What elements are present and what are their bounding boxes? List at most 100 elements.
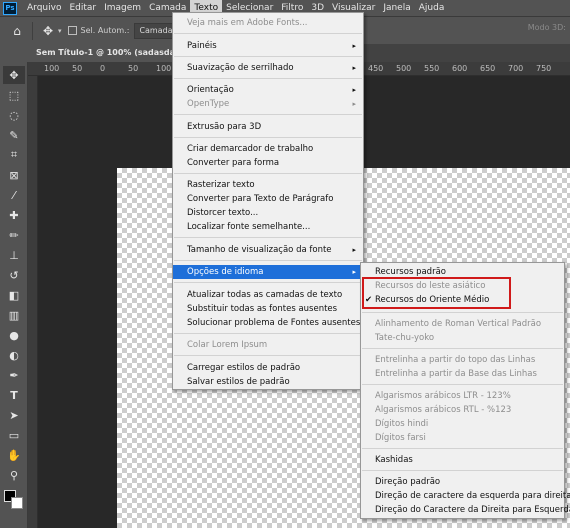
menu-separator: [174, 355, 362, 356]
mode-3d-label: Modo 3D:: [527, 23, 566, 32]
ruler-tick: 0: [100, 64, 106, 73]
home-icon[interactable]: ⌂: [7, 21, 27, 41]
rectangle-tool-icon[interactable]: ▭: [3, 426, 25, 444]
healing-brush-tool-icon[interactable]: ✚: [3, 206, 25, 224]
submenu-arrow-icon: ▸: [352, 268, 356, 276]
menu-arquivo[interactable]: Arquivo: [23, 0, 65, 16]
menu-item-extrusao-3d[interactable]: Extrusão para 3D: [173, 120, 363, 134]
menu-separator: [174, 237, 362, 238]
path-selection-tool-icon[interactable]: ➤: [3, 406, 25, 424]
submenu-item-kashidas[interactable]: Kashidas: [361, 453, 564, 467]
menu-item-atualizar-camadas[interactable]: Atualizar todas as camadas de texto: [173, 288, 363, 302]
move-dropdown-icon[interactable]: ▾: [58, 27, 62, 35]
menu-item-paineis[interactable]: Painéis ▸: [173, 39, 363, 53]
menu-ajuda[interactable]: Ajuda: [415, 0, 449, 16]
menu-item-distorcer[interactable]: Distorcer texto...: [173, 206, 363, 220]
auto-select-checkbox[interactable]: [67, 26, 77, 35]
submenu-item-direcao-ltr[interactable]: Direção de caractere da esquerda para di…: [361, 489, 570, 503]
menu-separator: [174, 333, 362, 334]
marquee-tool-icon[interactable]: ⬚: [3, 86, 25, 104]
ruler-tick: 450: [368, 64, 384, 73]
ruler-tick: 100: [44, 64, 60, 73]
frame-tool-icon[interactable]: ⊠: [3, 166, 25, 184]
menu-separator: [174, 173, 362, 174]
clone-stamp-tool-icon[interactable]: ⊥: [3, 246, 25, 264]
submenu-item-digitos-hindi: Dígitos hindi: [375, 419, 429, 429]
ruler-tick: 600: [452, 64, 468, 73]
background-color-swatch[interactable]: [11, 497, 23, 509]
ruler-tick: 750: [536, 64, 552, 73]
menu-item-salvar-estilos[interactable]: Salvar estilos de padrão: [173, 375, 363, 389]
hand-tool-icon[interactable]: ✋: [3, 446, 25, 464]
gradient-tool-icon[interactable]: ▥: [3, 306, 25, 324]
menu-editar[interactable]: Editar: [65, 0, 100, 16]
history-brush-tool-icon[interactable]: ↺: [3, 266, 25, 284]
move-tool-icon[interactable]: ✥: [38, 21, 58, 41]
submenu-arrow-icon: ▸: [352, 100, 356, 108]
ruler-tick: 50: [128, 64, 139, 73]
quick-select-tool-icon[interactable]: ✎: [3, 126, 25, 144]
submenu-arrow-icon: ▸: [352, 246, 356, 254]
menu-item-localizar-fonte[interactable]: Localizar fonte semelhante...: [173, 220, 363, 234]
menu-separator: [174, 137, 362, 138]
menu-item-criar-demarcador[interactable]: Criar demarcador de trabalho: [173, 142, 363, 156]
menu-item-carregar-estilos[interactable]: Carregar estilos de padrão: [173, 361, 363, 375]
menu-item-orientacao[interactable]: Orientação ▸: [173, 83, 363, 97]
submenu-arrow-icon: ▸: [352, 86, 356, 94]
menu-separator: [174, 56, 362, 57]
menu-imagem[interactable]: Imagem: [100, 0, 145, 16]
ruler-tick: 650: [480, 64, 496, 73]
submenu-arrow-icon: ▸: [352, 64, 356, 72]
menu-separator: [174, 114, 362, 115]
submenu-item-entrelinha-topo: Entrelinha a partir do topo das Linhas: [375, 355, 536, 365]
submenu-item-arabicos-ltr: Algarismos arábicos LTR - 123%: [375, 391, 511, 401]
menu-item-rasterizar[interactable]: Rasterizar texto: [173, 178, 363, 192]
ruler-tick: 50: [72, 64, 83, 73]
dodge-tool-icon[interactable]: ◐: [3, 346, 25, 364]
menu-separator: [174, 260, 362, 261]
menu-item-converter-forma[interactable]: Converter para forma: [173, 156, 363, 170]
menu-item-opentype: OpenType ▸: [187, 99, 356, 109]
blur-tool-icon[interactable]: ●: [3, 326, 25, 344]
crop-tool-icon[interactable]: ⌗: [3, 146, 25, 164]
menu-item-adobe-fonts: Veja mais em Adobe Fonts...: [187, 18, 308, 28]
menu-item-colar-lorem: Colar Lorem Ipsum: [187, 340, 268, 350]
pen-tool-icon[interactable]: ✒: [3, 366, 25, 384]
submenu-item-roman-vertical: Alinhamento de Roman Vertical Padrão: [375, 319, 542, 329]
zoom-tool-icon[interactable]: ⚲: [3, 466, 25, 484]
submenu-item-arabicos-rtl: Algarismos arábicos RTL - %123: [375, 405, 512, 415]
menu-separator: [362, 384, 563, 385]
menu-item-suavizacao[interactable]: Suavização de serrilhado ▸: [173, 61, 363, 75]
submenu-item-direcao-padrao[interactable]: Direção padrão: [361, 475, 564, 489]
menu-separator: [174, 78, 362, 79]
tools-panel: ✥ ⬚ ◌ ✎ ⌗ ⊠ ⁄ ✚ ✏ ⊥ ↺ ◧ ▥ ● ◐ ✒ T ➤ ▭ ✋ …: [0, 62, 28, 528]
menu-item-texto-paragrafo[interactable]: Converter para Texto de Parágrafo: [173, 192, 363, 206]
eraser-tool-icon[interactable]: ◧: [3, 286, 25, 304]
menu-separator: [174, 33, 362, 34]
menu-item-solucionar-fontes[interactable]: Solucionar problema de Fontes ausentes..…: [173, 316, 368, 330]
submenu-item-direcao-rtl[interactable]: Direção do Caractere da Direita para Esq…: [361, 503, 570, 517]
type-tool-icon[interactable]: T: [3, 386, 25, 404]
eyedropper-tool-icon[interactable]: ⁄: [3, 186, 25, 204]
submenu-item-tate-chu-yoko: Tate-chu-yoko: [375, 333, 435, 343]
vertical-ruler: [28, 76, 38, 528]
menu-item-opcoes-idioma[interactable]: Opções de idioma ▸: [173, 265, 363, 279]
texto-menu: Veja mais em Adobe Fonts... Painéis ▸ Sua…: [172, 12, 368, 390]
ruler-tick: 500: [396, 64, 412, 73]
move-tool-icon[interactable]: ✥: [3, 66, 25, 84]
submenu-item-entrelinha-base: Entrelinha a partir da Base das Linhas: [375, 369, 537, 379]
brush-tool-icon[interactable]: ✏: [3, 226, 25, 244]
ruler-tick: 700: [508, 64, 524, 73]
menu-item-tamanho-visualizacao[interactable]: Tamanho de visualização da fonte ▸: [173, 243, 363, 257]
menu-separator: [362, 470, 563, 471]
menu-separator: [362, 312, 563, 313]
submenu-arrow-icon: ▸: [352, 42, 356, 50]
ruler-tick: 550: [424, 64, 440, 73]
ruler-tick: 100: [156, 64, 172, 73]
menu-janela[interactable]: Janela: [379, 0, 414, 16]
menu-item-substituir-fontes[interactable]: Substituir todas as fontes ausentes: [173, 302, 363, 316]
highlight-annotation-box: [362, 277, 511, 309]
auto-select-label: Sel. Autom.:: [80, 26, 130, 35]
menu-separator: [174, 282, 362, 283]
lasso-tool-icon[interactable]: ◌: [3, 106, 25, 124]
